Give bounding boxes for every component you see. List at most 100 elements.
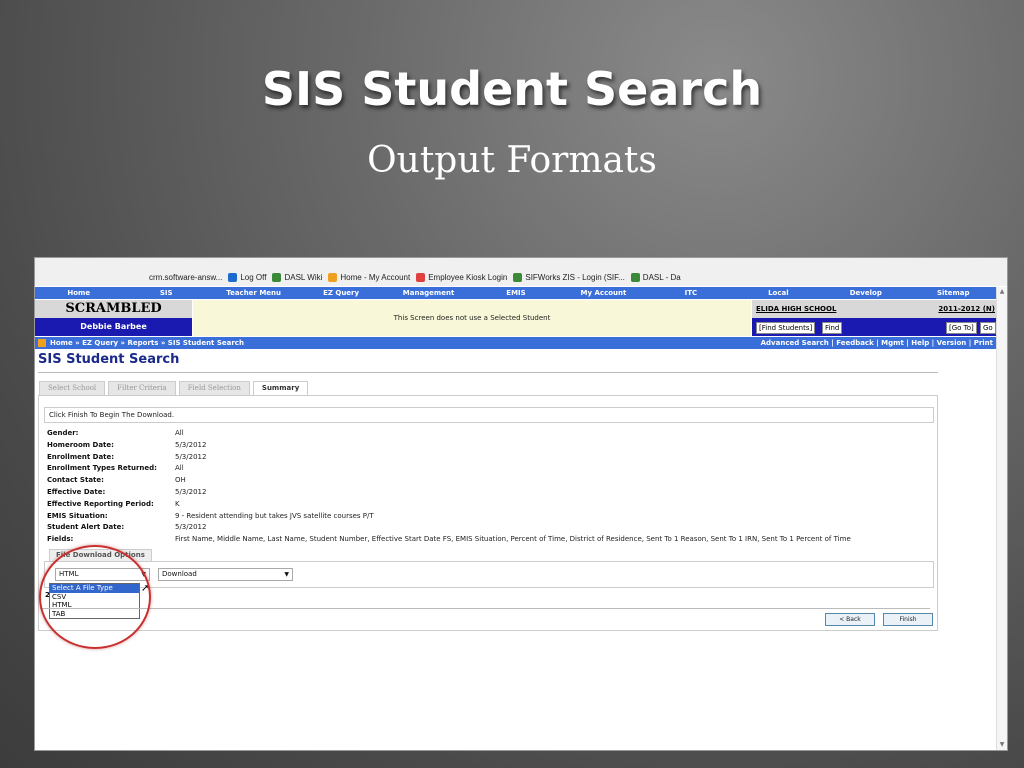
goto-input[interactable]: [Go To]: [946, 322, 977, 334]
summary-row: Enrollment Types Returned: All: [47, 464, 851, 476]
go-button[interactable]: Go: [980, 322, 996, 334]
summary-label: Student Alert Date:: [47, 523, 125, 532]
summary-label: Enrollment Types Returned:: [47, 464, 157, 473]
page-title: SIS Student Search: [38, 352, 180, 367]
bookmark-item[interactable]: Log Off: [228, 272, 267, 282]
summary-row: Contact State: OH: [47, 476, 851, 488]
bookmark-label: DASL Wiki: [284, 272, 323, 282]
page-icon: [630, 272, 640, 282]
summary-row: Gender: All: [47, 429, 851, 441]
school-bar: ELIDA HIGH SCHOOL 2011-2012 (N): [752, 300, 997, 318]
browser-toolbar: crm.software-answ... Log Off DASL Wiki Home…: [35, 258, 1007, 286]
find-button[interactable]: Find: [822, 322, 843, 334]
bookmark-label: Log Off: [240, 272, 267, 282]
back-button[interactable]: < Back: [825, 613, 875, 626]
bookmark-item[interactable]: DASL - Da: [630, 272, 681, 282]
summary-label: Contact State:: [47, 476, 104, 485]
bookmark-label: Employee Kiosk Login: [428, 272, 508, 282]
summary-label: Effective Reporting Period:: [47, 499, 154, 508]
bookmark-label: DASL - Da: [642, 272, 681, 282]
utility-links[interactable]: Advanced Search | Feedback | Mgmt | Help…: [761, 337, 993, 349]
bookmark-label: Home - My Account: [340, 272, 411, 282]
find-students-input[interactable]: [Find Students]: [756, 322, 816, 334]
nav-item[interactable]: My Account: [560, 287, 647, 299]
screenshot: crm.software-answ... Log Off DASL Wiki Home…: [34, 257, 1008, 751]
nav-item[interactable]: Home: [35, 287, 122, 299]
app-icon: [38, 339, 46, 347]
nav-item[interactable]: EZ Query: [297, 287, 384, 299]
chevron-down-icon: ▼: [284, 571, 289, 578]
summary-value: 5/3/2012: [175, 487, 207, 496]
year-link[interactable]: 2011-2012 (N): [938, 305, 995, 313]
button-divider: [40, 608, 930, 609]
summary-row: Student Alert Date: 5/3/2012: [47, 523, 851, 535]
summary-value: First Name, Middle Name, Last Name, Stud…: [175, 535, 851, 544]
wizard-tab[interactable]: Select School: [39, 381, 106, 396]
main-nav: Home SIS Teacher Menu EZ Query Management EMI…: [35, 287, 997, 299]
summary-row: EMIS Situation: 9 - Resident attending bu…: [47, 512, 851, 524]
scroll-down-icon[interactable]: ▼: [997, 740, 1007, 750]
summary-row: Fields: First Name, Middle Name, Last Nam…: [47, 535, 851, 547]
summary-value: All: [175, 464, 184, 473]
summary-row: Enrollment Date: 5/3/2012: [47, 453, 851, 465]
scroll-up-icon[interactable]: ▲: [997, 287, 1007, 297]
school-link[interactable]: ELIDA HIGH SCHOOL: [756, 305, 836, 313]
bookmark-item[interactable]: crm.software-answ...: [149, 273, 222, 282]
bookmark-label: SIFWorks ZIS - Login (SIF...: [525, 272, 625, 282]
nav-item[interactable]: SIS: [122, 287, 209, 299]
summary-value: 5/3/2012: [175, 452, 207, 461]
summary-value: 5/3/2012: [175, 523, 207, 532]
summary-panel: Click Finish To Begin The Download. Gend…: [38, 395, 938, 631]
bookmark-item[interactable]: Employee Kiosk Login: [416, 272, 508, 282]
bookmark-item[interactable]: DASL Wiki: [272, 272, 323, 282]
nav-item[interactable]: Management: [385, 287, 472, 299]
bookmark-label: crm.software-answ...: [149, 272, 223, 282]
finish-button[interactable]: Finish: [883, 613, 933, 626]
logoff-icon: [228, 272, 238, 282]
summary-label: Fields:: [47, 535, 74, 544]
slide-title: SIS Student Search: [261, 62, 763, 116]
bookmarks-bar: crm.software-answ... Log Off DASL Wiki Home…: [149, 268, 681, 286]
bookmark-item[interactable]: SIFWorks ZIS - Login (SIF...: [513, 272, 625, 282]
summary-value: K: [175, 499, 180, 508]
summary-row: Homeroom Date: 5/3/2012: [47, 441, 851, 453]
wizard-tab[interactable]: Summary: [252, 381, 309, 396]
nav-item[interactable]: ITC: [647, 287, 734, 299]
summary-value: 5/3/2012: [175, 440, 207, 449]
download-options-area: HTML ▼ Download ▼: [44, 561, 934, 588]
summary-value: All: [175, 429, 184, 437]
page-icon: [513, 272, 523, 282]
nav-item[interactable]: Develop: [822, 287, 909, 299]
nav-item[interactable]: Teacher Menu: [210, 287, 297, 299]
summary-label: Enrollment Date:: [47, 452, 115, 461]
summary-row: Effective Date: 5/3/2012: [47, 488, 851, 500]
scrollbar[interactable]: ▲ ▼: [996, 287, 1007, 750]
divider: [38, 372, 938, 373]
bookmark-item[interactable]: Home - My Account: [328, 272, 411, 282]
summary-value: OH: [175, 476, 186, 485]
highlight-circle: [39, 545, 151, 649]
wizard-tabs: Select School Filter Criteria Field Select…: [39, 381, 309, 396]
summary-row: Effective Reporting Period: K: [47, 500, 851, 512]
summary-label: Homeroom Date:: [47, 440, 114, 449]
nav-item[interactable]: EMIS: [472, 287, 559, 299]
pen-icon: [416, 272, 426, 282]
wizard-tab[interactable]: Field Selection: [178, 381, 250, 396]
summary-fields: Gender: All Homeroom Date: 5/3/2012 Enrollme…: [47, 429, 851, 547]
wizard-tab[interactable]: Filter Criteria: [108, 381, 176, 396]
download-value: Download: [162, 570, 197, 578]
org-name: SCRAMBLED: [35, 300, 192, 318]
finish-message: Click Finish To Begin The Download.: [44, 407, 934, 423]
download-select[interactable]: Download ▼: [158, 568, 293, 581]
nav-item[interactable]: Local: [735, 287, 822, 299]
breadcrumb-bar: Home » EZ Query » Reports » SIS Student …: [35, 337, 997, 349]
summary-label: Gender:: [47, 429, 79, 437]
summary-value: 9 - Resident attending but takes JVS sat…: [175, 511, 374, 520]
breadcrumb[interactable]: Home » EZ Query » Reports » SIS Student …: [50, 339, 244, 347]
selected-student-notice: This Screen does not use a Selected Stud…: [193, 300, 751, 336]
page-icon: [272, 272, 282, 282]
nav-item[interactable]: Sitemap: [910, 287, 997, 299]
slide-subtitle: Output Formats: [367, 140, 657, 181]
home-icon: [328, 272, 338, 282]
summary-label: EMIS Situation:: [47, 511, 108, 520]
